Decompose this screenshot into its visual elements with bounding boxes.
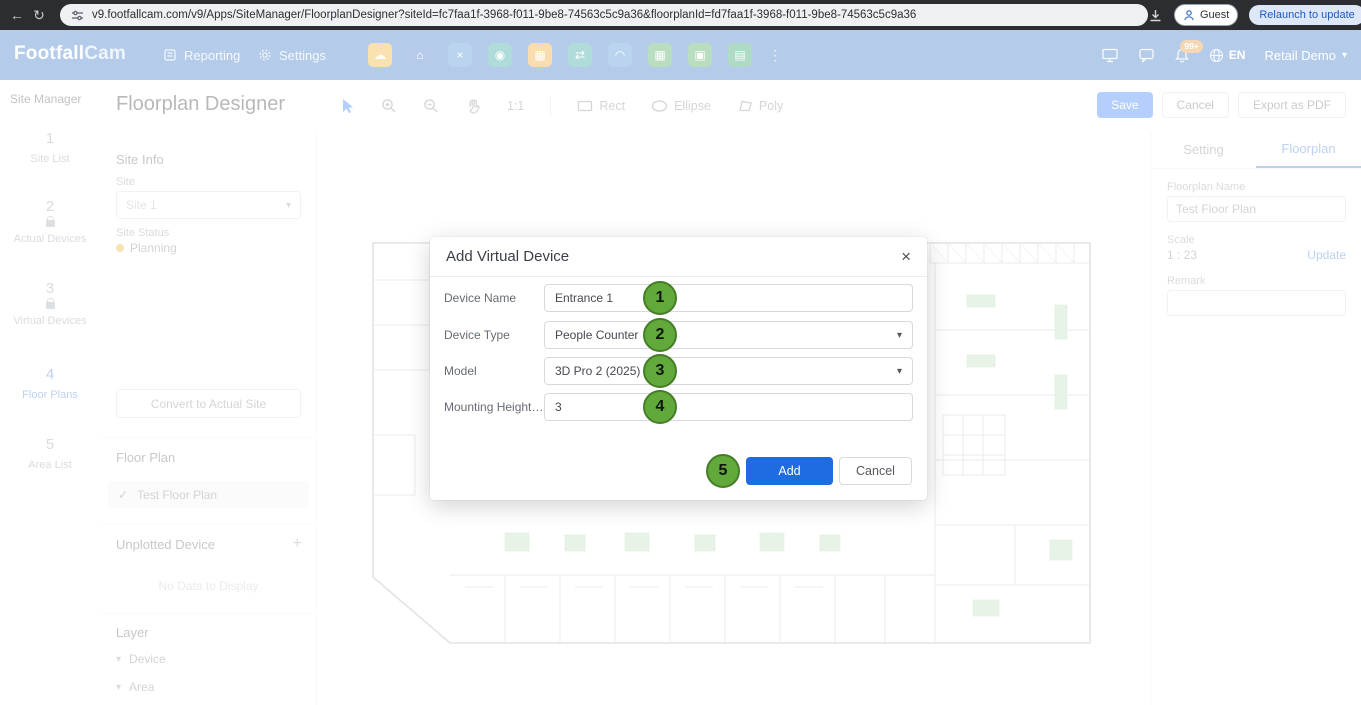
mounting-height-input[interactable] — [544, 393, 913, 421]
reload-icon[interactable]: ↻ — [28, 7, 50, 24]
person-icon — [1183, 9, 1195, 21]
screen: ← ↻ v9.footfallcam.com/v9/Apps/SiteManag… — [0, 0, 1361, 705]
annotation-circle-2: 2 — [643, 318, 677, 352]
download-icon[interactable] — [1148, 8, 1163, 23]
close-icon[interactable]: × — [901, 248, 911, 265]
site-settings-icon[interactable] — [71, 9, 84, 22]
model-select[interactable]: 3D Pro 2 (2025) ▾ — [544, 357, 913, 385]
device-type-row: Device Type People Counter ▾ — [444, 321, 913, 349]
add-button[interactable]: Add — [746, 457, 833, 485]
relaunch-button[interactable]: Relaunch to update — [1249, 5, 1361, 25]
chevron-down-icon: ▾ — [897, 366, 902, 377]
annotation-circle-5: 5 — [706, 454, 740, 488]
device-name-label: Device Name — [444, 291, 544, 305]
annotation-circle-4: 4 — [643, 390, 677, 424]
chevron-down-icon: ▾ — [897, 330, 902, 341]
mounting-height-label: Mounting Height ... — [444, 400, 544, 414]
modal-title: Add Virtual Device — [446, 248, 569, 265]
browser-chrome: ← ↻ v9.footfallcam.com/v9/Apps/SiteManag… — [0, 0, 1361, 30]
device-type-label: Device Type — [444, 328, 544, 342]
device-type-select[interactable]: People Counter ▾ — [544, 321, 913, 349]
add-virtual-device-modal: Add Virtual Device × Device Name Device … — [430, 237, 927, 500]
address-bar[interactable]: v9.footfallcam.com/v9/Apps/SiteManager/F… — [60, 4, 1148, 26]
profile-label: Guest — [1200, 9, 1229, 21]
modal-cancel-button[interactable]: Cancel — [839, 457, 912, 485]
mounting-height-row: Mounting Height ... — [444, 393, 913, 421]
device-name-input[interactable] — [544, 284, 913, 312]
back-icon[interactable]: ← — [6, 7, 28, 23]
profile-chip[interactable]: Guest — [1174, 4, 1238, 26]
model-row: Model 3D Pro 2 (2025) ▾ — [444, 357, 913, 385]
annotation-circle-1: 1 — [643, 281, 677, 315]
device-name-row: Device Name — [444, 284, 913, 312]
annotation-circle-3: 3 — [643, 354, 677, 388]
url-text: v9.footfallcam.com/v9/Apps/SiteManager/F… — [92, 9, 916, 21]
model-label: Model — [444, 364, 544, 378]
